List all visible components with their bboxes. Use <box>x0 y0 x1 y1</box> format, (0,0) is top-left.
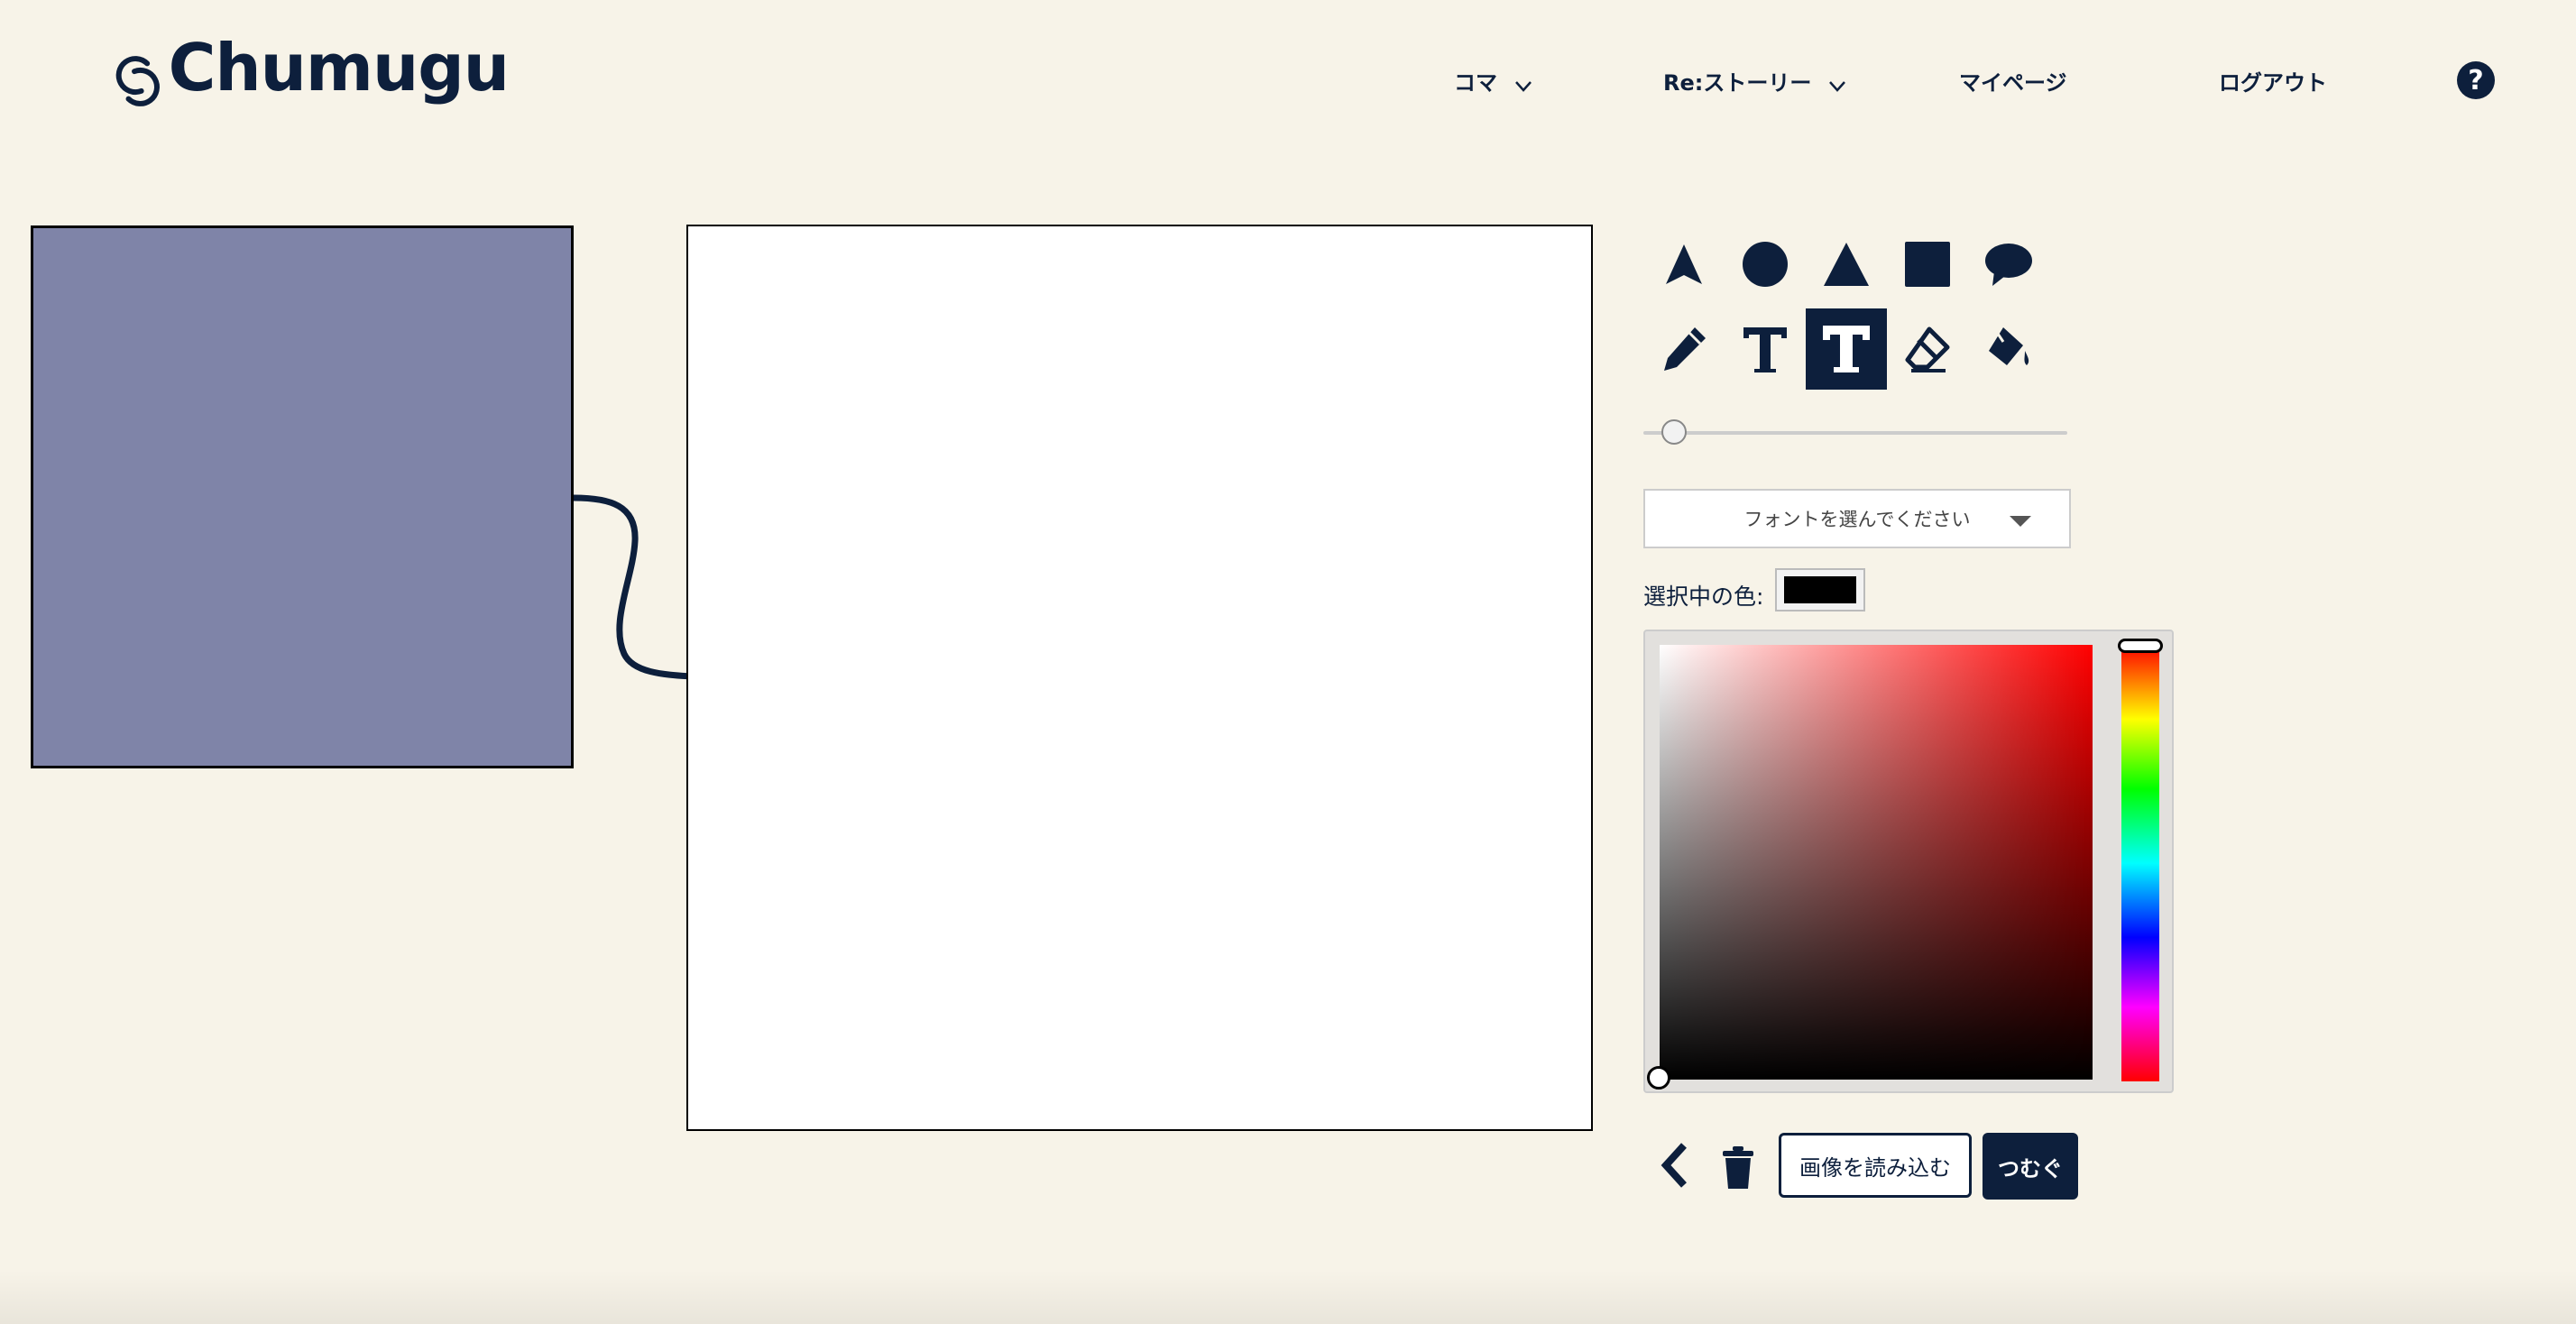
text-bold-icon <box>1823 326 1870 372</box>
eraser-icon <box>1905 326 1950 372</box>
delete-button[interactable] <box>1716 1140 1761 1194</box>
hue-slider[interactable] <box>2121 645 2159 1081</box>
hue-slider-handle[interactable] <box>2118 639 2163 653</box>
chumugu-logo-icon <box>115 56 160 106</box>
nav-restory[interactable]: Re:ストーリー <box>1663 65 1847 97</box>
chevron-left-icon <box>1661 1143 1687 1188</box>
selected-color-fill <box>1784 576 1856 603</box>
help-icon[interactable]: ? <box>2457 61 2495 99</box>
drawing-canvas[interactable] <box>686 225 1593 1131</box>
circle-icon <box>1743 242 1788 287</box>
saturation-value-handle[interactable] <box>1647 1066 1670 1090</box>
nav-logout[interactable]: ログアウト <box>2219 65 2327 97</box>
tool-circle[interactable] <box>1725 224 1806 305</box>
caret-down-icon <box>2010 516 2031 527</box>
footer-shadow <box>0 1270 2576 1324</box>
paint-bucket-icon <box>1989 327 2029 365</box>
selected-color-label: 選択中の色: <box>1643 584 1764 610</box>
logo[interactable]: Chumugu <box>112 29 510 133</box>
chevron-down-icon <box>1829 80 1846 92</box>
font-select-placeholder: フォントを選んでください <box>1743 509 1971 530</box>
select-arrow-icon <box>1666 244 1702 284</box>
saturation-value-area[interactable] <box>1660 645 2093 1080</box>
load-image-button[interactable]: 画像を読み込む <box>1779 1133 1972 1198</box>
tool-text-bold[interactable] <box>1806 308 1887 390</box>
nav-restory-label: Re:ストーリー <box>1663 70 1812 96</box>
tool-select[interactable] <box>1643 224 1725 305</box>
nav-koma[interactable]: コマ <box>1454 65 1533 97</box>
font-select[interactable]: フォントを選んでください <box>1643 489 2071 548</box>
tool-paint-bucket[interactable] <box>1968 308 2049 390</box>
nav-koma-label: コマ <box>1454 70 1497 96</box>
nav-mypage[interactable]: マイページ <box>1959 65 2067 97</box>
nav-logout-label: ログアウト <box>2219 70 2327 96</box>
tool-eraser[interactable] <box>1887 308 1968 390</box>
trash-icon <box>1723 1146 1753 1189</box>
triangle-icon <box>1824 243 1869 286</box>
selected-color-swatch[interactable] <box>1775 568 1865 611</box>
tool-pencil[interactable] <box>1643 308 1725 390</box>
connect-button[interactable]: つむぐ <box>1983 1133 2078 1200</box>
tool-text[interactable] <box>1725 308 1806 390</box>
nav-mypage-label: マイページ <box>1959 70 2067 96</box>
panel-connector-line <box>574 494 691 680</box>
pencil-icon <box>1664 327 1706 371</box>
speech-bubble-icon <box>1985 244 2032 286</box>
tool-speech-bubble[interactable] <box>1968 224 2049 305</box>
load-image-label: 画像を読み込む <box>1799 1154 1951 1181</box>
previous-panel-thumbnail[interactable] <box>31 225 574 768</box>
tool-triangle[interactable] <box>1806 224 1887 305</box>
brush-size-slider-thumb[interactable] <box>1661 419 1687 445</box>
brush-size-slider-track[interactable] <box>1643 431 2067 435</box>
square-icon <box>1905 242 1950 287</box>
logo-text: Chumugu <box>168 30 510 106</box>
back-button[interactable] <box>1652 1138 1697 1192</box>
tool-square[interactable] <box>1887 224 1968 305</box>
chevron-down-icon <box>1515 80 1532 92</box>
text-icon <box>1743 327 1787 372</box>
connect-label: つむぐ <box>1998 1155 2063 1181</box>
